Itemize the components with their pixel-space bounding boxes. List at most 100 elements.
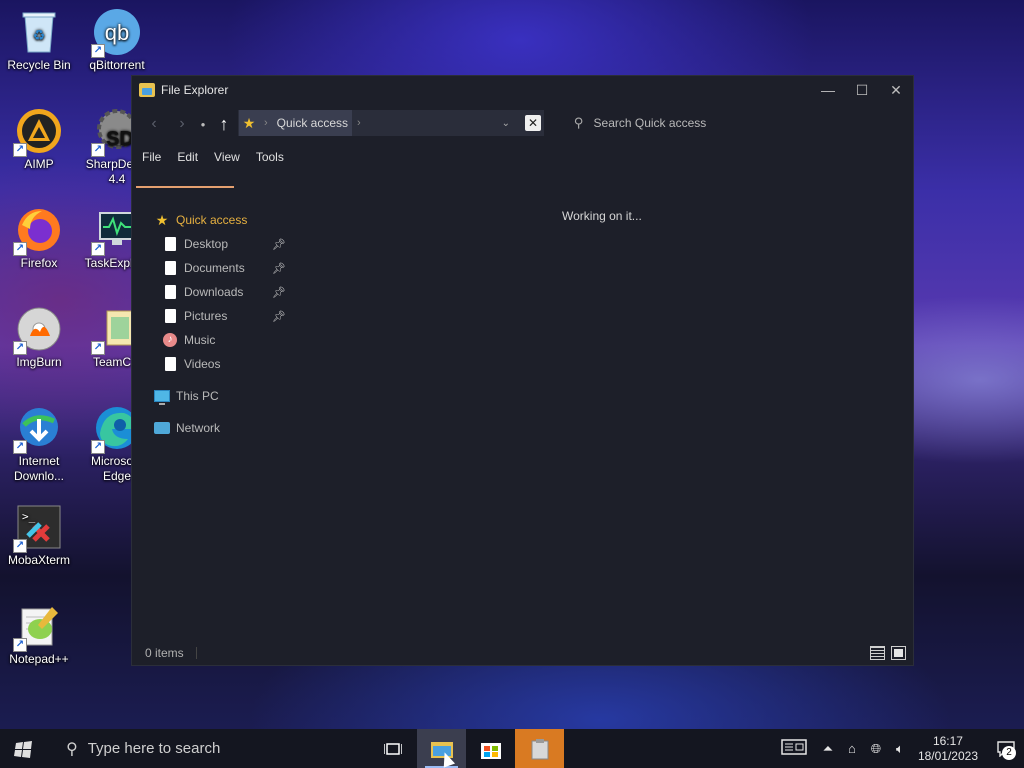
computer-icon <box>154 388 170 405</box>
desktop-icon-label-line-2: Edge <box>102 469 132 483</box>
taskbar-search-placeholder: Type here to search <box>87 740 221 757</box>
system-clock[interactable]: 16:17 18/01/2023 <box>912 734 988 764</box>
shortcut-arrow-icon: ↗ <box>13 242 27 256</box>
desktop-icon-label: Notepad++ <box>9 652 69 666</box>
nav-item-label: Network <box>176 421 221 435</box>
minimize-button[interactable]: — <box>811 76 845 104</box>
desktop-icon-firefox[interactable]: ↗ Firefox <box>2 206 76 271</box>
desktop-icon-notepad-plus-plus[interactable]: ↗ Notepad++ <box>2 602 76 667</box>
document-icon <box>162 236 178 252</box>
nav-item-desktop[interactable]: Desktop 📌︎ <box>132 232 292 256</box>
chevron-right-icon[interactable]: › <box>352 117 366 129</box>
clear-icon[interactable]: ✕ <box>525 115 541 131</box>
news-widget-icon[interactable] <box>772 739 816 758</box>
menu-edit[interactable]: Edit <box>169 144 206 170</box>
breadcrumb-quick-access[interactable]: Quick access <box>272 110 353 136</box>
task-view-button[interactable] <box>368 729 417 768</box>
menu-tools[interactable]: Tools <box>248 144 292 170</box>
nav-item-this-pc[interactable]: This PC <box>132 384 292 408</box>
details-view-icon[interactable] <box>870 646 885 660</box>
network-icon <box>154 420 170 436</box>
windows-logo-icon <box>14 740 32 758</box>
notification-center-button[interactable]: 2 <box>988 729 1024 768</box>
desktop-icon-label-line-2: 4.4 <box>108 172 126 186</box>
navigation-pane: ★ Quick access Desktop 📌︎ Documents 📌︎ D… <box>132 208 292 440</box>
nav-item-downloads[interactable]: Downloads 📌︎ <box>132 280 292 304</box>
mobaxterm-icon: >_ ↗ <box>13 503 63 553</box>
maximize-button[interactable]: ☐ <box>845 76 879 104</box>
taskbar: ⚲ Type here to search ⏶ ⌂ 🌐︎ 🔈︎ 16:17 18… <box>0 729 1024 768</box>
search-box[interactable]: ⚲ <box>570 110 790 136</box>
chevron-right-icon[interactable]: › <box>259 110 273 136</box>
nav-item-label: Downloads <box>184 285 244 299</box>
volume-muted-icon[interactable]: 🔈︎ <box>888 741 912 757</box>
pin-icon[interactable]: 📌︎ <box>272 262 286 275</box>
aimp-icon: ↗ <box>13 107 63 157</box>
nav-item-label: This PC <box>176 389 219 403</box>
task-view-icon <box>383 742 402 755</box>
address-bar[interactable]: ★ › Quick access › ⌄ ✕ <box>238 110 544 136</box>
imgburn-icon: ↗ <box>13 305 63 355</box>
desktop-icon-internet-download-manager[interactable]: ↗ Internet Downlo... <box>2 404 76 484</box>
file-explorer-window: File Explorer — ☐ ✕ ‹ › ● ↑ ★ › Quick ac… <box>131 75 914 666</box>
loading-progress-bar <box>136 186 234 188</box>
shortcut-arrow-icon: ↗ <box>91 44 105 58</box>
svg-text:♻: ♻ <box>33 27 46 43</box>
loading-message: Working on it... <box>562 209 642 223</box>
menu-file[interactable]: File <box>134 144 169 170</box>
chevron-down-icon[interactable]: ⌄ <box>502 118 510 129</box>
pin-icon[interactable]: 📌︎ <box>272 310 286 323</box>
item-count: 0 items <box>145 646 184 660</box>
desktop-icon-label: MobaXterm <box>7 553 71 567</box>
nav-item-network[interactable]: Network <box>132 416 292 440</box>
desktop-icon-label-line-1: Internet <box>18 454 60 468</box>
shortcut-arrow-icon: ↗ <box>13 143 27 157</box>
search-icon: ⚲ <box>66 740 78 758</box>
taskbar-search-box[interactable]: ⚲ Type here to search <box>48 729 368 768</box>
svg-text:SD: SD <box>106 128 134 150</box>
clock-date: 18/01/2023 <box>917 748 978 763</box>
up-arrow-icon[interactable]: ↑ <box>210 110 238 138</box>
shortcut-arrow-icon: ↗ <box>13 341 27 355</box>
nav-item-documents[interactable]: Documents 📌︎ <box>132 256 292 280</box>
chevron-up-icon[interactable]: ⏶ <box>816 741 840 757</box>
clipboard-app-icon <box>531 738 548 759</box>
search-input[interactable] <box>593 116 774 130</box>
nav-item-music[interactable]: ♪ Music <box>132 328 292 352</box>
shortcut-arrow-icon: ↗ <box>13 539 27 553</box>
nav-item-videos[interactable]: Videos <box>132 352 292 376</box>
pin-icon[interactable]: 📌︎ <box>272 286 286 299</box>
navigation-bar: ‹ › ● ↑ ★ › Quick access › ⌄ ✕ ⚲ <box>132 104 913 144</box>
start-button[interactable] <box>0 729 48 768</box>
status-divider <box>195 647 197 659</box>
globe-icon[interactable]: 🌐︎ <box>864 741 888 757</box>
window-title: File Explorer <box>161 83 229 97</box>
nav-item-quick-access[interactable]: ★ Quick access <box>132 208 292 232</box>
desktop-icon-aimp[interactable]: ↗ AIMP <box>2 107 76 172</box>
desktop-icon-label-line-2: Downlo... <box>13 469 65 483</box>
close-button[interactable]: ✕ <box>879 76 913 104</box>
desktop-icon-recycle-bin[interactable]: ♻ Recycle Bin <box>2 8 76 73</box>
document-icon <box>162 260 178 276</box>
microsoft-store-icon <box>480 742 501 759</box>
taskbar-app-orange[interactable] <box>515 729 564 768</box>
taskbar-microsoft-store[interactable] <box>466 729 515 768</box>
recent-locations-icon[interactable]: ● <box>196 110 210 138</box>
forward-arrow-icon[interactable]: › <box>168 110 196 138</box>
back-arrow-icon[interactable]: ‹ <box>140 110 168 138</box>
desktop-icon-qbittorrent[interactable]: qb ↗ qBittorrent <box>80 8 154 73</box>
document-icon <box>162 284 178 300</box>
desktop-icon-imgburn[interactable]: ↗ ImgBurn <box>2 305 76 370</box>
window-titlebar[interactable]: File Explorer — ☐ ✕ <box>132 76 913 104</box>
nav-item-pictures[interactable]: Pictures 📌︎ <box>132 304 292 328</box>
shortcut-arrow-icon: ↗ <box>13 638 27 652</box>
nav-item-label: Music <box>184 333 216 347</box>
document-icon <box>162 308 178 324</box>
pin-icon[interactable]: 📌︎ <box>272 238 286 251</box>
large-icons-view-icon[interactable] <box>891 646 906 660</box>
meet-now-icon[interactable]: ⌂ <box>840 741 864 756</box>
desktop-icon-mobaxterm[interactable]: >_ ↗ MobaXterm <box>2 503 76 568</box>
desktop-icon-label: Recycle Bin <box>7 58 71 72</box>
music-icon: ♪ <box>162 332 178 348</box>
menu-view[interactable]: View <box>206 144 248 170</box>
